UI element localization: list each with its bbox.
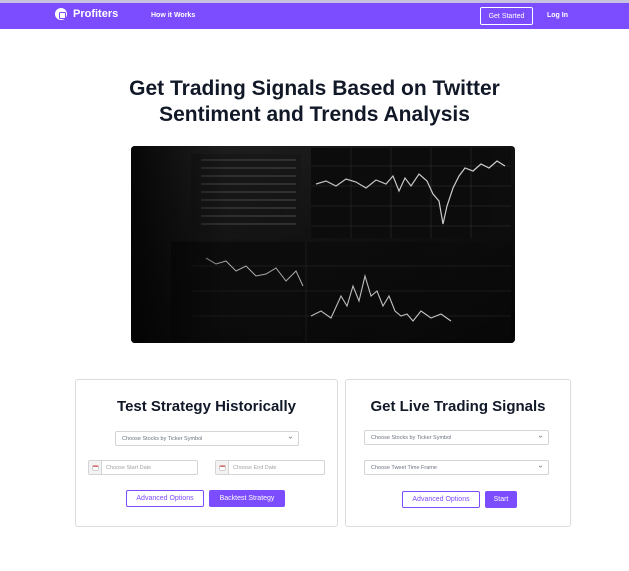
get-started-button[interactable]: Get Started bbox=[480, 7, 533, 25]
chevron-down-icon bbox=[288, 436, 293, 439]
hero-title-line-1: Get Trading Signals Based on Twitter bbox=[129, 77, 500, 100]
tweet-timeframe-select[interactable]: Choose Tweet Time Frame bbox=[364, 460, 549, 475]
backtest-strategy-button[interactable]: Backtest Strategy bbox=[209, 490, 285, 507]
trading-screens-illustration bbox=[131, 146, 515, 343]
hero-image-trading-screens bbox=[131, 146, 515, 343]
backtest-card: Test Strategy Historically Choose Stocks… bbox=[75, 379, 338, 527]
live-signals-card-title: Get Live Trading Signals bbox=[370, 398, 546, 415]
nav-how-it-works[interactable]: How it Works bbox=[151, 12, 195, 19]
navbar: Profiters How it Works Get Started Log I… bbox=[0, 3, 629, 29]
calendar-icon bbox=[89, 461, 102, 474]
calendar-icon bbox=[216, 461, 229, 474]
ticker-select-live-text: Choose Stocks by Ticker Symbol bbox=[371, 434, 452, 441]
chevron-down-icon bbox=[538, 435, 543, 438]
chevron-down-icon bbox=[538, 465, 543, 468]
start-button[interactable]: Start bbox=[485, 491, 517, 508]
advanced-options-button-live[interactable]: Advanced Options bbox=[402, 491, 480, 508]
end-date-placeholder: Choose End Date bbox=[233, 464, 277, 471]
logo-icon bbox=[55, 8, 67, 20]
start-date-field[interactable]: Choose Start Date bbox=[88, 460, 198, 475]
live-signals-card: Get Live Trading Signals Choose Stocks b… bbox=[345, 379, 571, 527]
hero-title-line-2: Sentiment and Trends Analysis bbox=[159, 103, 470, 126]
hero-title: Get Trading Signals Based on Twitter Sen… bbox=[100, 76, 529, 128]
log-in-link[interactable]: Log In bbox=[547, 12, 568, 19]
backtest-card-title: Test Strategy Historically bbox=[117, 398, 296, 415]
advanced-options-button-historical[interactable]: Advanced Options bbox=[126, 490, 204, 507]
brand-name: Profiters bbox=[73, 8, 119, 20]
start-date-placeholder: Choose Start Date bbox=[106, 464, 152, 471]
tweet-timeframe-select-text: Choose Tweet Time Frame bbox=[371, 464, 437, 471]
ticker-select-historical-text: Choose Stocks by Ticker Symbol bbox=[122, 435, 203, 442]
end-date-field[interactable]: Choose End Date bbox=[215, 460, 325, 475]
brand-link[interactable]: Profiters bbox=[55, 8, 118, 20]
ticker-select-live[interactable]: Choose Stocks by Ticker Symbol bbox=[364, 430, 549, 445]
ticker-select-historical[interactable]: Choose Stocks by Ticker Symbol bbox=[115, 431, 299, 446]
